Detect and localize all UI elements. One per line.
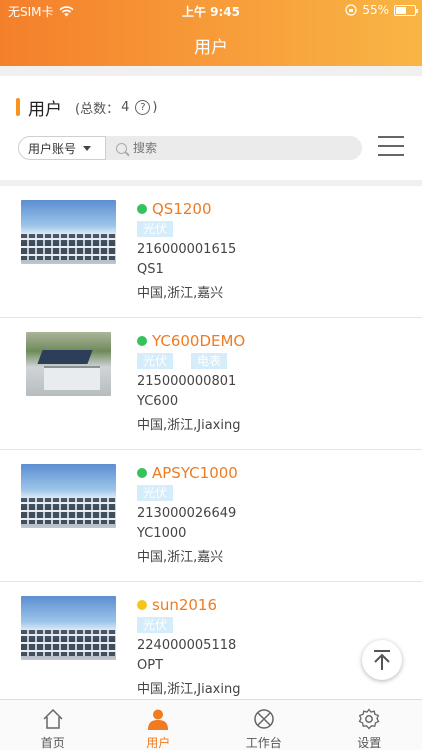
section-header: 用户 (总数： 4 ? ) 用户账号 — [0, 76, 422, 180]
help-icon[interactable]: ? — [135, 100, 151, 115]
tag-badge: 光伏 — [137, 221, 174, 237]
workbench-icon — [254, 709, 274, 729]
user-id: 215000000801 — [137, 374, 237, 389]
scroll-to-top-button[interactable] — [362, 640, 402, 680]
search-input[interactable] — [133, 141, 333, 155]
search-box[interactable] — [106, 136, 362, 160]
user-id: 216000001615 — [137, 242, 237, 257]
status-dot — [137, 468, 147, 478]
tag-badge: 光伏 — [137, 353, 174, 369]
tab-label: 用户 — [146, 736, 171, 750]
user-id: 213000026649 — [137, 506, 237, 521]
plant-thumbnail — [26, 332, 111, 396]
tab-users[interactable]: 用户 — [106, 700, 212, 750]
arrow-up-to-top-icon — [374, 650, 390, 670]
user-id: 224000005118 — [137, 638, 237, 653]
location: 中国,浙江,Jiaxing — [137, 682, 241, 697]
filter-label: 用户账号 — [28, 141, 77, 156]
location: 中国,浙江,Jiaxing — [137, 418, 241, 433]
list-item[interactable]: APSYC1000 光伏 213000026649 YC1000 中国,浙江,嘉… — [0, 450, 422, 582]
page-title: 用户 — [194, 38, 228, 58]
device-model: OPT — [137, 658, 164, 673]
menu-icon[interactable] — [378, 134, 404, 158]
tag-badge: 光伏 — [137, 485, 174, 501]
status-bar: 无SIM卡 上午 9:45 55% — [0, 0, 422, 22]
divider — [0, 66, 422, 76]
tab-settings[interactable]: 设置 — [317, 700, 422, 750]
count-close: ) — [152, 100, 158, 115]
device-model: QS1 — [137, 262, 164, 277]
device-model: YC1000 — [137, 526, 187, 541]
section-title: 用户 — [28, 100, 62, 120]
orientation-lock-icon — [345, 4, 357, 16]
user-name: YC600DEMO — [152, 332, 246, 350]
settings-icon — [358, 708, 380, 730]
status-dot — [137, 336, 147, 346]
location: 中国,浙江,嘉兴 — [137, 550, 224, 565]
top-bar: 无SIM卡 上午 9:45 55% 用户 — [0, 0, 422, 66]
status-dot — [137, 204, 147, 214]
user-name: QS1200 — [152, 200, 212, 218]
location: 中国,浙江,嘉兴 — [137, 286, 224, 301]
plant-thumbnail — [21, 464, 116, 528]
status-dot — [137, 600, 147, 610]
battery-icon — [394, 4, 418, 16]
tab-label: 设置 — [357, 736, 382, 750]
list-item[interactable]: YC600DEMO 光伏 电表 215000000801 YC600 中国,浙江… — [0, 318, 422, 450]
tab-label: 首页 — [40, 736, 65, 750]
user-name: sun2016 — [152, 596, 218, 614]
list-item[interactable]: sun2016 光伏 224000005118 OPT 中国,浙江,Jiaxin… — [0, 582, 422, 714]
plant-thumbnail — [21, 200, 116, 264]
total-count: (总数： 4 ? ) — [75, 98, 157, 117]
tag-badge: 光伏 — [137, 617, 174, 633]
list-item[interactable]: QS1200 光伏 216000001615 QS1 中国,浙江,嘉兴 — [0, 186, 422, 318]
plant-thumbnail — [21, 596, 116, 660]
user-icon — [148, 709, 169, 730]
caret-down-icon — [83, 145, 92, 151]
device-model: YC600 — [137, 394, 179, 409]
tag-badge: 电表 — [191, 353, 228, 369]
tab-label: 工作台 — [245, 736, 282, 750]
tab-home[interactable]: 首页 — [0, 700, 106, 750]
count-label: (总数： — [75, 102, 120, 117]
home-icon — [43, 708, 63, 729]
user-name: APSYC1000 — [152, 464, 238, 482]
filter-dropdown[interactable]: 用户账号 — [18, 136, 106, 160]
search-icon — [116, 142, 127, 154]
battery-percent: 55% — [362, 3, 389, 17]
section-accent-bar — [16, 98, 20, 116]
tab-workbench[interactable]: 工作台 — [211, 700, 317, 750]
count-value: 4 — [121, 100, 130, 115]
user-list: QS1200 光伏 216000001615 QS1 中国,浙江,嘉兴 YC60… — [0, 186, 422, 714]
bottom-tab-bar: 首页 用户 工作台 设置 — [0, 699, 422, 750]
